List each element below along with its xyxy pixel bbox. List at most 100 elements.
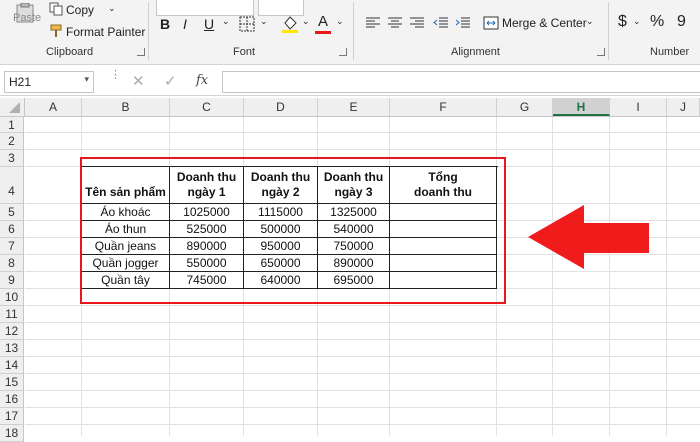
decrease-indent-button[interactable] <box>432 14 450 32</box>
gridline-horizontal <box>25 390 700 391</box>
clipboard-group-label: Clipboard <box>46 46 94 58</box>
column-header-b[interactable]: B <box>82 98 170 116</box>
red-arrow-icon <box>528 205 649 269</box>
alignment-launcher-icon[interactable] <box>597 48 605 56</box>
currency-dropdown-icon[interactable]: ⌄ <box>633 16 641 27</box>
select-all-triangle-icon <box>9 102 20 113</box>
column-header-bar: ABCDEFGHIJ <box>0 98 700 117</box>
fill-color-dropdown-icon[interactable]: ⌄ <box>302 16 310 27</box>
fill-bucket-icon <box>282 16 298 33</box>
row-header-2[interactable]: 2 <box>0 133 24 150</box>
decrease-indent-icon <box>433 17 448 28</box>
percent-button[interactable]: % <box>650 13 664 31</box>
row-header-7[interactable]: 7 <box>0 238 24 255</box>
merge-center-icon <box>482 14 500 32</box>
row-header-6[interactable]: 6 <box>0 221 24 238</box>
row-header-14[interactable]: 14 <box>0 357 24 374</box>
merge-center-dropdown-icon[interactable]: ⌄ <box>586 16 594 27</box>
font-launcher-icon[interactable] <box>339 48 347 56</box>
column-header-c[interactable]: C <box>170 98 244 116</box>
row-header-17[interactable]: 17 <box>0 408 24 425</box>
borders-icon <box>239 16 255 32</box>
font-color-bar <box>315 31 331 34</box>
copy-icon <box>48 2 64 16</box>
format-painter-button[interactable]: Format Painter <box>66 25 145 39</box>
gridline-horizontal <box>25 424 700 425</box>
column-header-j[interactable]: J <box>667 98 700 116</box>
gridline-horizontal <box>25 356 700 357</box>
row-header-11[interactable]: 11 <box>0 306 24 323</box>
font-color-dropdown-icon[interactable]: ⌄ <box>336 16 344 27</box>
merge-center-button[interactable]: Merge & Center <box>502 16 587 30</box>
increase-indent-icon <box>455 17 470 28</box>
row-header-10[interactable]: 10 <box>0 289 24 306</box>
copy-dropdown-icon[interactable]: ⌄ <box>108 3 116 14</box>
name-box-value: H21 <box>9 75 32 89</box>
row-header-15[interactable]: 15 <box>0 374 24 391</box>
insert-function-button[interactable]: fx <box>196 73 208 88</box>
underline-dropdown-icon[interactable]: ⌄ <box>222 16 230 27</box>
row-header-9[interactable]: 9 <box>0 272 24 289</box>
column-header-d[interactable]: D <box>244 98 318 116</box>
currency-button[interactable]: $ <box>618 13 627 31</box>
column-header-f[interactable]: F <box>390 98 497 116</box>
gridline-vertical <box>609 117 610 436</box>
enter-icon[interactable]: ✓ <box>164 72 177 90</box>
gridline-horizontal <box>25 305 700 306</box>
borders-button[interactable] <box>238 15 256 33</box>
name-box-dropdown-icon[interactable]: ▾ <box>84 74 89 85</box>
formula-input[interactable] <box>222 71 700 93</box>
align-center-button[interactable] <box>386 14 404 32</box>
font-color-button[interactable]: A <box>318 13 328 30</box>
gridline-horizontal <box>25 132 700 133</box>
row-header-13[interactable]: 13 <box>0 340 24 357</box>
gridline-horizontal <box>25 339 700 340</box>
column-header-h[interactable]: H <box>553 98 610 116</box>
gridline-horizontal <box>25 149 700 150</box>
font-name-dropdown[interactable] <box>156 0 254 16</box>
align-left-icon <box>366 17 380 28</box>
row-header-3[interactable]: 3 <box>0 150 24 167</box>
fill-color-button[interactable] <box>280 13 300 35</box>
bold-button[interactable]: B <box>160 16 170 32</box>
underline-button[interactable]: U <box>204 16 214 32</box>
number-group-label: Number <box>650 46 690 58</box>
column-header-e[interactable]: E <box>318 98 390 116</box>
column-header-i[interactable]: I <box>610 98 667 116</box>
comma-style-button[interactable]: 9 <box>677 13 686 31</box>
select-all-button[interactable] <box>0 98 25 116</box>
formula-bar: H21 ▾ ⋮ ✕ ✓ fx <box>0 65 700 96</box>
paste-label: Paste <box>13 12 42 24</box>
borders-dropdown-icon[interactable]: ⌄ <box>260 16 268 27</box>
gridline-horizontal <box>25 407 700 408</box>
increase-indent-button[interactable] <box>454 14 472 32</box>
divider <box>148 2 149 60</box>
column-header-g[interactable]: G <box>497 98 553 116</box>
formula-bar-grip-icon[interactable]: ⋮ <box>110 70 121 81</box>
align-right-icon <box>410 17 424 28</box>
divider <box>608 2 609 60</box>
clipboard-launcher-icon[interactable] <box>137 48 145 56</box>
italic-button[interactable]: I <box>183 16 187 32</box>
row-header-8[interactable]: 8 <box>0 255 24 272</box>
row-header-5[interactable]: 5 <box>0 204 24 221</box>
copy-button[interactable]: Copy <box>66 3 94 17</box>
font-group-label: Font <box>233 46 256 58</box>
align-left-button[interactable] <box>364 14 382 32</box>
row-header-18[interactable]: 18 <box>0 425 24 442</box>
alignment-group-label: Alignment <box>451 46 500 58</box>
highlight-box <box>80 157 506 304</box>
gridline-vertical <box>552 117 553 436</box>
row-header-16[interactable]: 16 <box>0 391 24 408</box>
name-box[interactable]: H21 ▾ <box>4 71 94 93</box>
cancel-icon[interactable]: ✕ <box>132 72 145 90</box>
align-right-button[interactable] <box>408 14 426 32</box>
align-center-icon <box>388 17 402 28</box>
row-header-12[interactable]: 12 <box>0 323 24 340</box>
divider <box>353 2 354 60</box>
ribbon: Paste Copy ⌄ Format Painter Clipboard B … <box>0 0 700 65</box>
format-painter-icon <box>48 24 64 38</box>
row-header-1[interactable]: 1 <box>0 117 24 133</box>
row-header-4[interactable]: 4 <box>0 167 24 204</box>
column-header-a[interactable]: A <box>25 98 82 116</box>
